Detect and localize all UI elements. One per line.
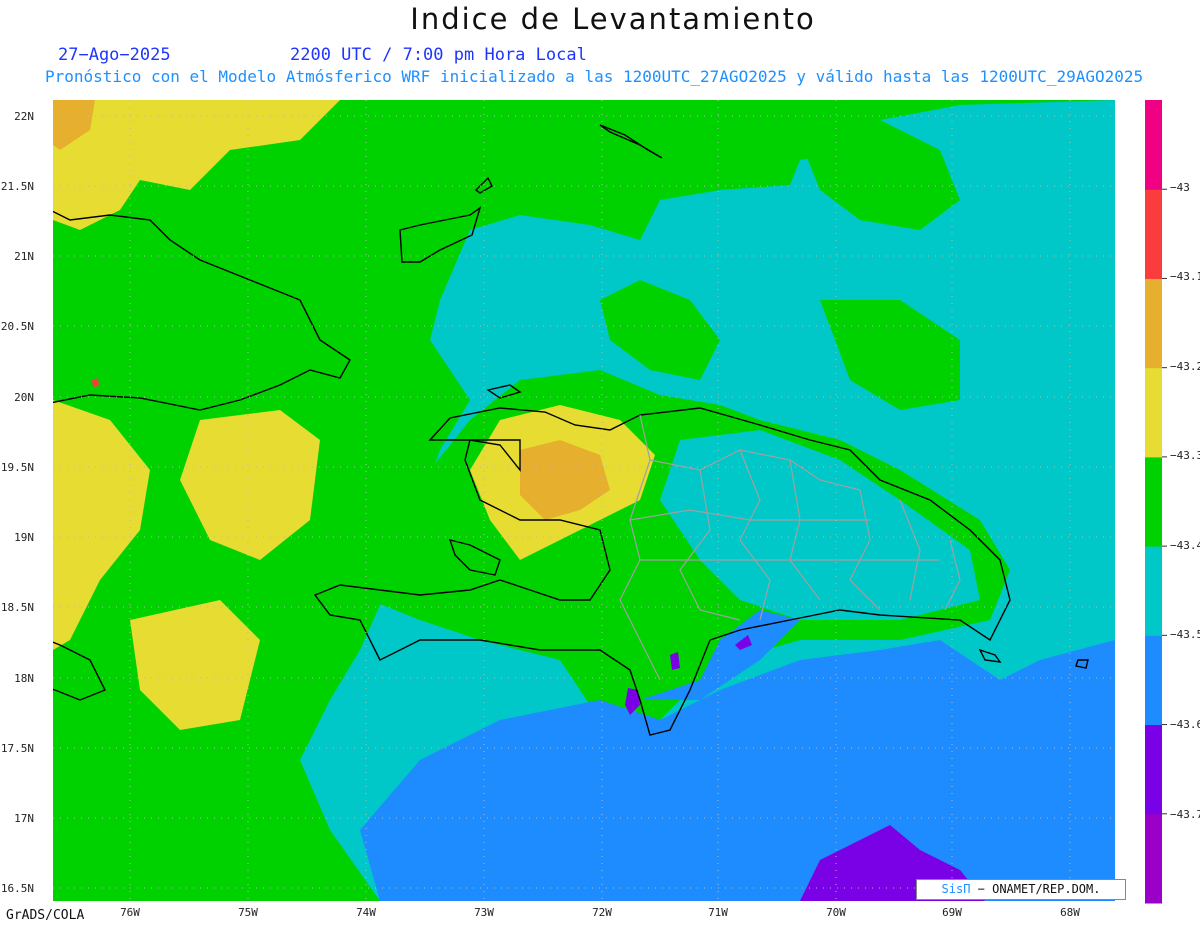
lon-label: 69W xyxy=(942,906,962,919)
colorbar-label: −43.4 xyxy=(1170,539,1200,552)
colorbar-swatch xyxy=(1145,367,1162,458)
colorbar-label: −43.6 xyxy=(1170,718,1200,731)
lat-label: 16.5N xyxy=(0,882,34,895)
colorbar-label: −43.1 xyxy=(1170,270,1200,283)
lon-label: 74W xyxy=(356,906,376,919)
lon-label: 76W xyxy=(120,906,140,919)
forecast-date: 27−Ago−2025 xyxy=(58,45,171,65)
colorbar-swatch xyxy=(1145,278,1162,369)
colorbar-swatch xyxy=(1145,546,1162,636)
colorbar-swatch xyxy=(1145,635,1162,726)
lat-label: 17.5N xyxy=(0,742,34,755)
lat-label: 20N xyxy=(14,391,34,404)
forecast-time: 2200 UTC / 7:00 pm Hora Local xyxy=(290,45,587,65)
credit-text: − ONAMET/REP.DOM. xyxy=(970,882,1101,896)
colorbar-swatch xyxy=(1145,724,1162,815)
lifted-index-map xyxy=(53,100,1167,904)
software-credit: GrADS/COLA xyxy=(6,908,85,923)
lon-label: 70W xyxy=(826,906,846,919)
lat-label: 17N xyxy=(14,812,34,825)
lat-label: 19.5N xyxy=(0,461,34,474)
map-title: Indice de Levantamiento xyxy=(410,2,816,36)
lon-label: 72W xyxy=(592,906,612,919)
colorbar-swatch xyxy=(1145,100,1162,190)
colorbar-swatch xyxy=(1145,456,1162,547)
colorbar-label: −43.7 xyxy=(1170,808,1200,821)
lon-label: 75W xyxy=(238,906,258,919)
lon-label: 68W xyxy=(1060,906,1080,919)
colorbar-swatch xyxy=(1145,813,1162,904)
lat-label: 18N xyxy=(14,672,34,685)
lat-label: 22N xyxy=(14,110,34,123)
lat-label: 18.5N xyxy=(0,601,34,614)
colorbar-label: −43 xyxy=(1170,181,1190,194)
lat-label: 19N xyxy=(14,531,34,544)
colorbar-label: −43.3 xyxy=(1170,449,1200,462)
colorbar-label: −43.2 xyxy=(1170,360,1200,373)
model-info: Pronóstico con el Modelo Atmósferico WRF… xyxy=(45,67,1144,86)
lat-label: 21N xyxy=(14,250,34,263)
lat-label: 21.5N xyxy=(0,180,34,193)
colorbar-swatch xyxy=(1145,189,1162,279)
credit-box: SisΠ − ONAMET/REP.DOM. xyxy=(916,879,1126,900)
sispi-logo: SisΠ xyxy=(941,882,971,896)
colorbar-label: −43.5 xyxy=(1170,628,1200,641)
colorbar xyxy=(1145,100,1167,904)
lon-label: 73W xyxy=(474,906,494,919)
lon-label: 71W xyxy=(708,906,728,919)
lat-label: 20.5N xyxy=(0,320,34,333)
